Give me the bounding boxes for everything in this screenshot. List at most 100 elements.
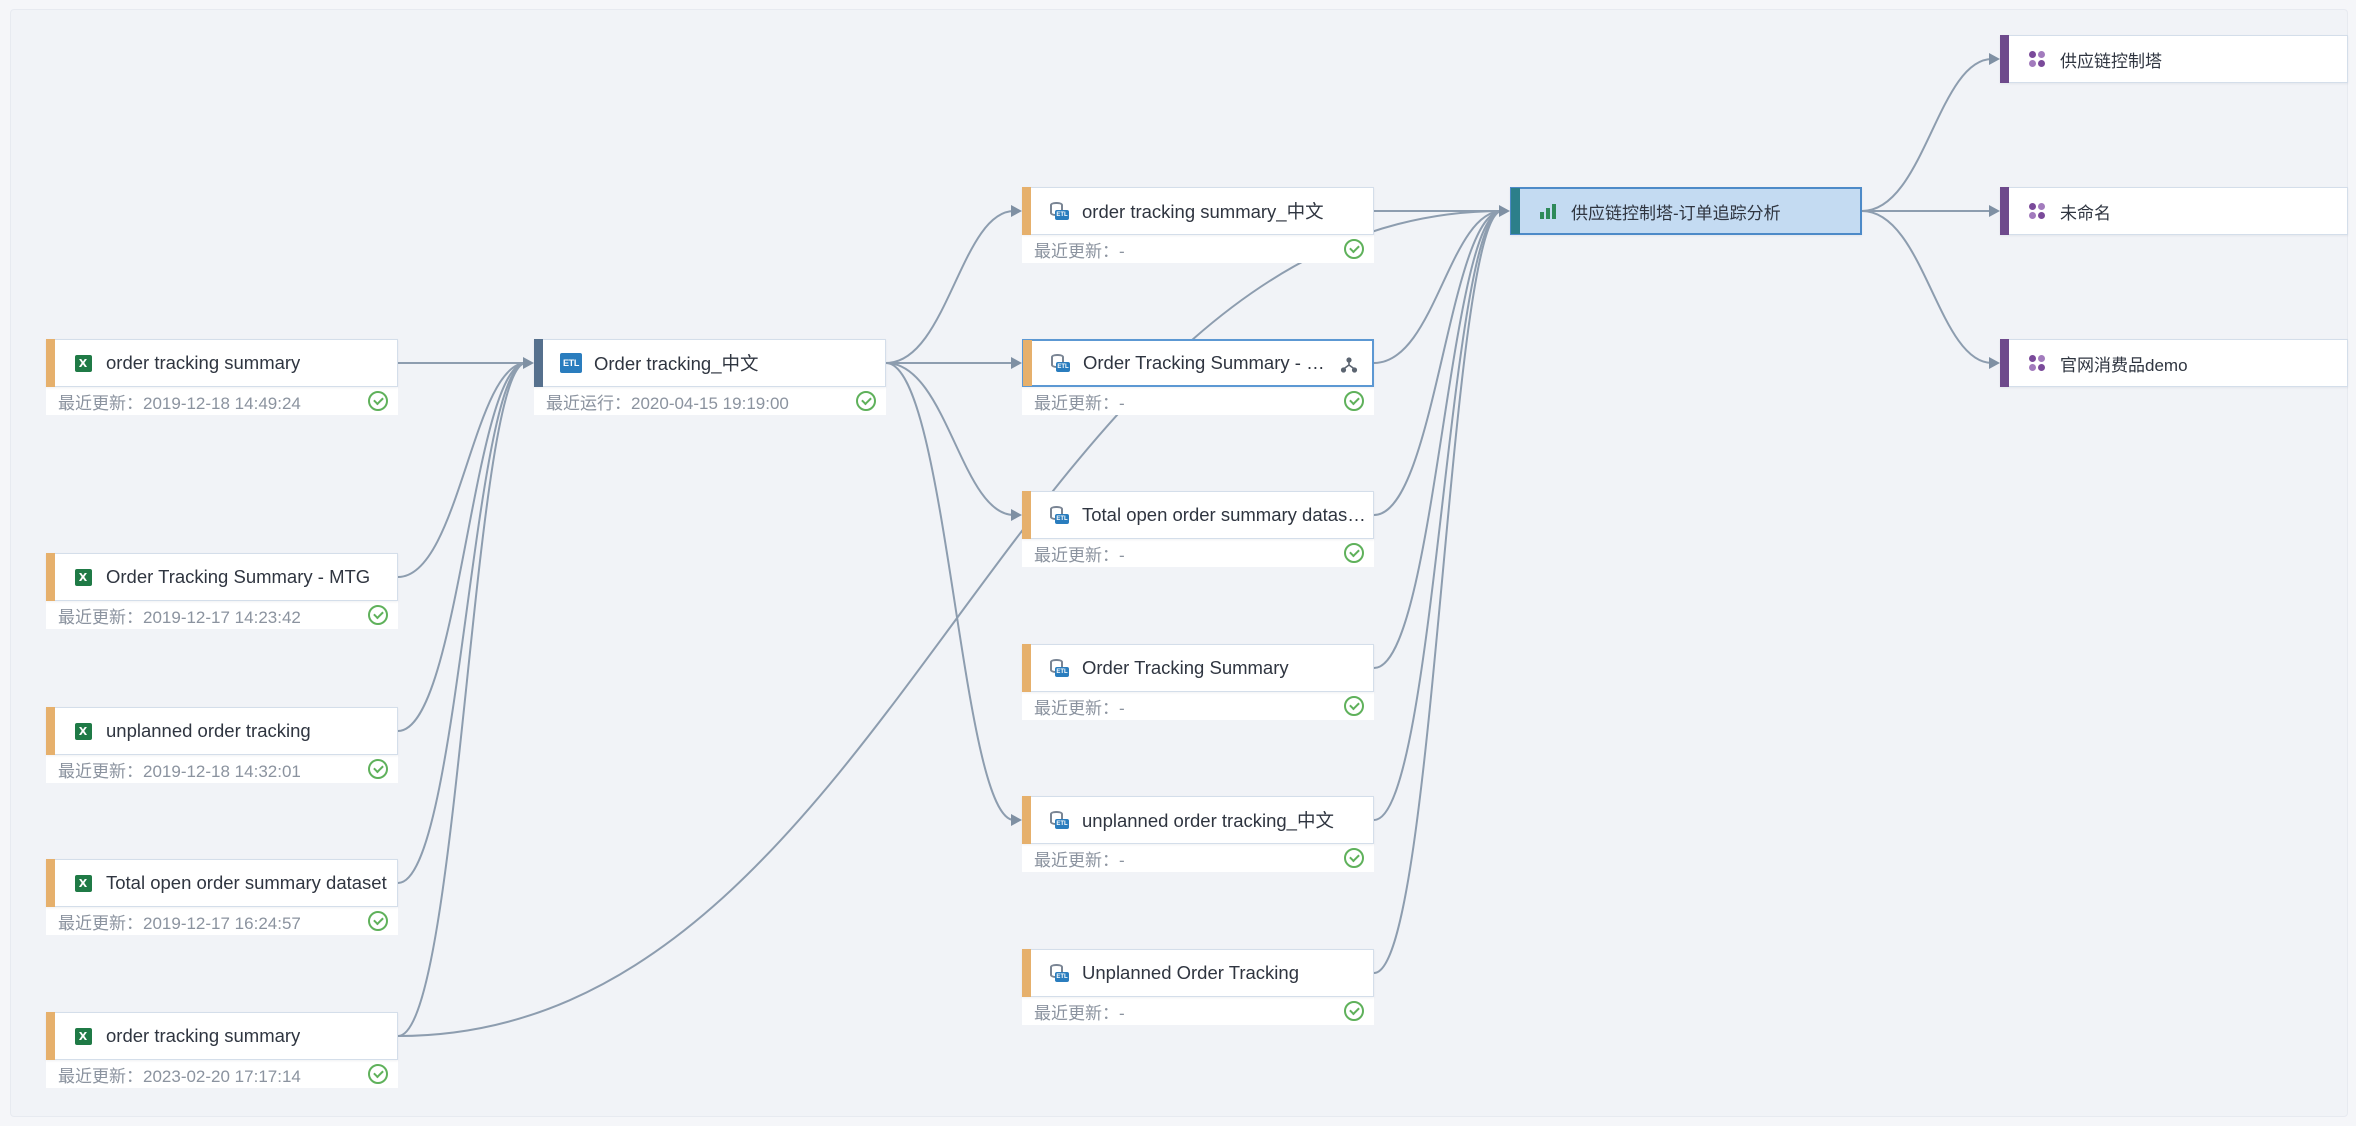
node-meta: 最近更新：-	[1022, 235, 1374, 263]
dataset-node[interactable]: ETL Total open order summary datas… 最近更新：…	[1022, 491, 1374, 567]
source-node[interactable]: Xunplanned order tracking 最近更新：2019-12-1…	[46, 707, 398, 783]
node-type-bar	[534, 339, 543, 387]
excel-icon: X	[72, 566, 94, 588]
source-card[interactable]: Xorder tracking summary	[46, 1012, 398, 1060]
node-meta: 最近运行：2020-04-15 19:19:00	[534, 387, 886, 415]
node-label: order tracking summary	[106, 352, 301, 373]
node-type-bar	[46, 553, 55, 601]
dataset-node[interactable]: ETL order tracking summary_中文 最近更新：-	[1022, 187, 1374, 263]
node-type-bar	[1022, 796, 1031, 844]
etl-node[interactable]: ETL Order tracking_中文 最近运行：2020-04-15 19:…	[534, 339, 886, 415]
node-label: unplanned order tracking	[106, 720, 311, 741]
lineage-canvas[interactable]: Xorder tracking summary 最近更新：2019-12-18 …	[0, 0, 2356, 1126]
last-updated-text: 最近更新：-	[1034, 698, 1125, 718]
app-node[interactable]: 官网消费品demo	[2000, 339, 2348, 387]
source-card[interactable]: X Order Tracking Summary - MTG	[46, 553, 398, 601]
node-label: order tracking summary	[106, 1025, 301, 1046]
dataset-card-selected[interactable]: ETL Order Tracking Summary - …	[1022, 339, 1374, 387]
node-type-bar	[46, 707, 55, 755]
success-check-icon	[1344, 848, 1364, 868]
success-check-icon	[368, 911, 388, 931]
node-type-bar	[1022, 949, 1031, 997]
node-type-bar	[46, 859, 55, 907]
success-check-icon	[368, 391, 388, 411]
edge-arrowhead	[1011, 357, 1022, 369]
app-card[interactable]: 供应链控制塔	[2000, 35, 2348, 83]
success-check-icon	[1344, 391, 1364, 411]
edge-arrowhead	[523, 357, 534, 369]
dataset-node[interactable]: ETL Order Tracking Summary 最近更新：-	[1022, 644, 1374, 720]
node-meta: 最近更新：2019-12-18 14:32:01	[46, 755, 398, 783]
last-updated-text: 最近更新：2023-02-20 17:17:14	[58, 1066, 301, 1086]
success-check-icon	[368, 605, 388, 625]
app-node[interactable]: 供应链控制塔	[2000, 35, 2348, 83]
app-card[interactable]: 未命名	[2000, 187, 2348, 235]
etl-dataset-icon: ETL	[1049, 352, 1071, 374]
last-updated-text: 最近更新：2019-12-17 14:23:42	[58, 607, 301, 627]
app-icon	[2026, 352, 2048, 374]
excel-icon: X	[72, 1025, 94, 1047]
dataset-card[interactable]: ETL unplanned order tracking_中文	[1022, 796, 1374, 844]
lineage-edge	[397, 210, 1503, 1037]
node-type-bar	[1022, 491, 1031, 539]
etl-card[interactable]: ETL Order tracking_中文	[534, 339, 886, 387]
node-meta: 最近更新：-	[1022, 387, 1374, 415]
edge-arrowhead	[1011, 509, 1022, 521]
dataset-node[interactable]: ETL unplanned order tracking_中文 最近更新：-	[1022, 796, 1374, 872]
excel-icon: X	[72, 720, 94, 742]
dataset-card[interactable]: ETL order tracking summary_中文	[1022, 187, 1374, 235]
dataset-card[interactable]: ETL Unplanned Order Tracking	[1022, 949, 1374, 997]
lineage-edge	[885, 210, 1015, 364]
node-meta: 最近更新：2019-12-17 16:24:57	[46, 907, 398, 935]
lineage-edge	[1861, 210, 1993, 364]
success-check-icon	[1344, 696, 1364, 716]
node-meta: 最近更新：-	[1022, 692, 1374, 720]
node-label: Total open order summary datas…	[1082, 504, 1366, 525]
node-type-bar	[1023, 340, 1032, 386]
node-meta: 最近更新：-	[1022, 997, 1374, 1025]
etl-dataset-icon: ETL	[1048, 657, 1070, 679]
node-type-bar	[1022, 644, 1031, 692]
node-label: Order Tracking Summary - MTG	[106, 566, 371, 587]
lineage-edge	[1373, 210, 1503, 821]
dataset-node[interactable]: ETL Unplanned Order Tracking 最近更新：-	[1022, 949, 1374, 1025]
source-card[interactable]: X Total open order summary dataset	[46, 859, 398, 907]
lineage-edge	[1373, 210, 1503, 974]
success-check-icon	[1344, 543, 1364, 563]
node-type-bar	[1022, 187, 1031, 235]
edge-arrowhead	[1499, 205, 1510, 217]
etl-dataset-icon: ETL	[1048, 962, 1070, 984]
last-updated-text: 最近更新：-	[1034, 850, 1125, 870]
node-meta: 最近更新：2019-12-18 14:49:24	[46, 387, 398, 415]
lineage-edge	[397, 362, 527, 732]
node-type-bar	[46, 339, 55, 387]
dataset-node[interactable]: ETL Order Tracking Summary - … 最近更新：-	[1022, 339, 1374, 415]
dataset-card[interactable]: ETL Total open order summary datas…	[1022, 491, 1374, 539]
edge-arrowhead	[1011, 205, 1022, 217]
success-check-icon	[1344, 1001, 1364, 1021]
dashboard-card-highlighted[interactable]: 供应链控制塔-订单追踪分析	[1510, 187, 1862, 235]
node-label: Order tracking_中文	[594, 353, 759, 374]
source-node[interactable]: X Order Tracking Summary - MTG 最近更新：2019-…	[46, 553, 398, 629]
dashboard-node[interactable]: 供应链控制塔-订单追踪分析	[1510, 187, 1862, 235]
dataset-card[interactable]: ETL Order Tracking Summary	[1022, 644, 1374, 692]
lineage-edge	[397, 362, 527, 884]
share-icon[interactable]	[1340, 356, 1358, 374]
node-label: 供应链控制塔-订单追踪分析	[1571, 203, 1781, 223]
node-type-bar	[2000, 339, 2009, 387]
source-node[interactable]: Xorder tracking summary 最近更新：2019-12-18 …	[46, 339, 398, 415]
lineage-edge	[1861, 58, 1993, 212]
etl-dataset-icon: ETL	[1048, 200, 1070, 222]
last-updated-text: 最近更新：-	[1034, 1003, 1125, 1023]
node-label: order tracking summary_中文	[1082, 201, 1324, 222]
source-card[interactable]: Xorder tracking summary	[46, 339, 398, 387]
source-node[interactable]: X Total open order summary dataset 最近更新：2…	[46, 859, 398, 935]
etl-dataset-icon: ETL	[1048, 504, 1070, 526]
node-label: 未命名	[2060, 203, 2111, 223]
node-type-bar	[46, 1012, 55, 1060]
app-node[interactable]: 未命名	[2000, 187, 2348, 235]
app-card[interactable]: 官网消费品demo	[2000, 339, 2348, 387]
source-card[interactable]: Xunplanned order tracking	[46, 707, 398, 755]
source-node[interactable]: Xorder tracking summary 最近更新：2023-02-20 …	[46, 1012, 398, 1088]
app-icon	[2026, 200, 2048, 222]
